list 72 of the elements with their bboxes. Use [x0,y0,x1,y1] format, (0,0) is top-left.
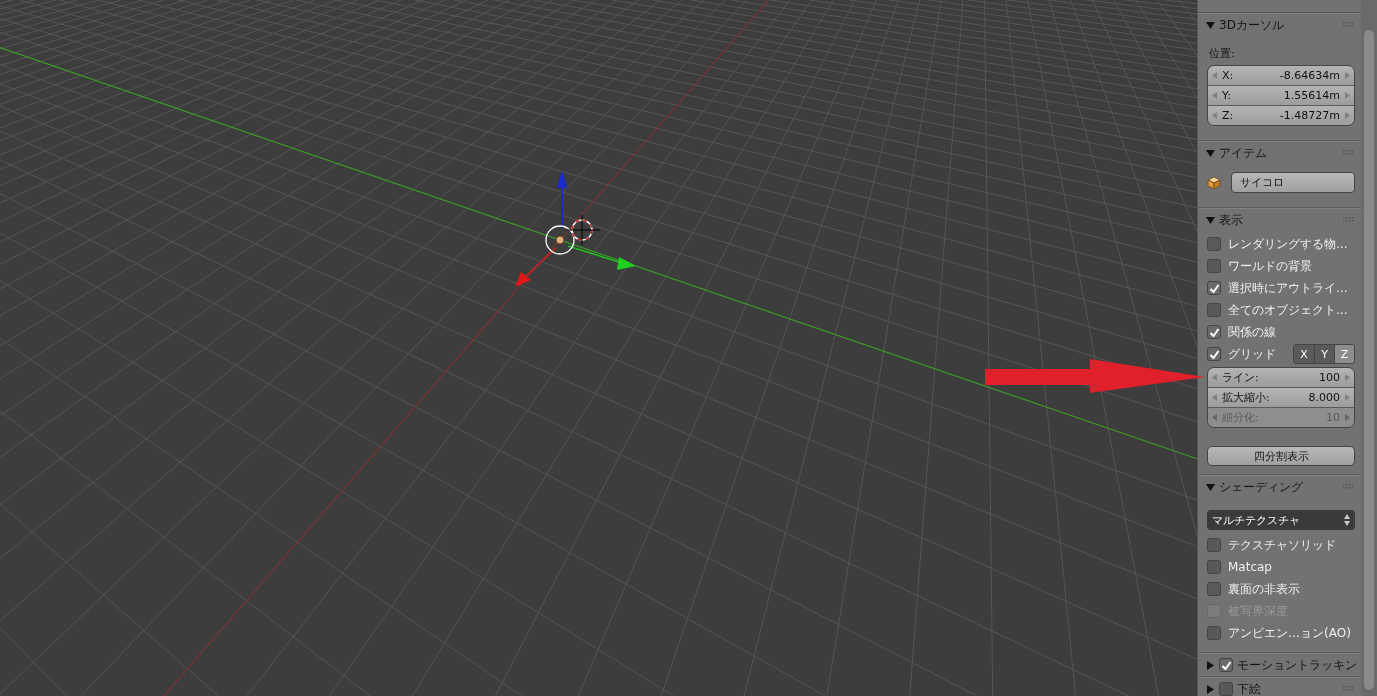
decrement-arrow-icon[interactable] [1212,374,1217,381]
number-field[interactable]: ライン: 100 [1208,368,1354,388]
number-field[interactable]: X: -8.64634m [1208,66,1354,86]
panel-header[interactable]: アイテム [1198,142,1361,164]
checkbox[interactable] [1219,658,1233,672]
checkbox-label: レンダリングする物... [1228,235,1348,253]
panel-header[interactable]: 表示 [1198,209,1361,231]
decrement-arrow-icon[interactable] [1212,72,1217,79]
field-label: 位置: [1209,46,1236,61]
collapse-triangle-icon[interactable] [1206,482,1215,492]
checkbox[interactable] [1207,560,1221,574]
transform-gizmo[interactable] [515,170,636,287]
grip-icon[interactable] [1343,149,1355,157]
axis-toggle[interactable]: Y [1314,345,1334,363]
grip-icon[interactable] [1343,483,1355,491]
checkbox-label: アンビエン…ョン(AO) [1228,624,1351,642]
checkbox-label: 選択時にアウトライ... [1228,279,1348,297]
collapse-triangle-icon[interactable] [1206,215,1215,225]
number-field[interactable]: 拡大縮小: 8.000 [1208,388,1354,408]
checkbox[interactable] [1207,582,1221,596]
increment-arrow-icon[interactable] [1345,112,1350,119]
checkbox-label: ワールドの背景 [1228,257,1312,275]
panel-title: アイテム [1219,144,1267,162]
checkbox[interactable] [1207,237,1221,251]
panel-title: モーショントラッキン [1237,656,1357,674]
panel-title: シェーディング [1219,478,1303,496]
checkbox-label: 全てのオブジェクト... [1228,301,1348,319]
panel-title: 下絵 [1237,680,1261,696]
number-field[interactable]: Z: -1.48727m [1208,106,1354,125]
increment-arrow-icon[interactable] [1345,374,1350,381]
up-down-arrows-icon [1344,514,1350,526]
checkbox-label: 関係の線 [1228,323,1276,341]
checkbox[interactable] [1207,281,1221,295]
panel-title: 3Dカーソル [1219,16,1284,34]
checkbox[interactable] [1207,325,1221,339]
checkbox[interactable] [1207,347,1221,361]
panel-header[interactable]: モーショントラッキン [1198,654,1361,676]
expand-triangle-icon[interactable] [1206,684,1215,694]
checkbox[interactable] [1207,538,1221,552]
object-name-field[interactable]: サイコロ [1231,172,1355,193]
checkbox[interactable] [1207,626,1221,640]
panel-header[interactable]: シェーディング [1198,476,1361,498]
cube-icon [1207,175,1221,190]
collapse-triangle-icon[interactable] [1206,20,1215,30]
expand-triangle-icon[interactable] [1206,660,1215,670]
number-field[interactable]: Y: 1.55614m [1208,86,1354,106]
checkbox-label: 裏面の非表示 [1228,580,1300,598]
shading-dropdown[interactable]: マルチテクスチャ [1207,510,1355,530]
increment-arrow-icon[interactable] [1345,72,1350,79]
checkbox[interactable] [1219,682,1233,696]
panel-header[interactable]: 下絵 [1198,678,1361,696]
quad-view-button[interactable]: 四分割表示 [1207,446,1355,466]
checkbox-label: Matcap [1228,560,1272,574]
checkbox[interactable] [1207,259,1221,273]
decrement-arrow-icon[interactable] [1212,112,1217,119]
checkbox[interactable] [1207,303,1221,317]
scrollbar[interactable] [1361,0,1377,696]
checkbox-label: テクスチャソリッド [1228,536,1336,554]
grip-icon[interactable] [1343,685,1355,693]
grip-icon[interactable] [1343,216,1355,224]
scrollbar-thumb[interactable] [1364,30,1374,690]
axis-toggle[interactable]: X [1294,345,1314,363]
increment-arrow-icon[interactable] [1345,92,1350,99]
panel-header[interactable]: 3Dカーソル [1198,14,1361,36]
increment-arrow-icon[interactable] [1345,394,1350,401]
checkbox-label: グリッド [1228,345,1276,363]
panel-title: 表示 [1219,211,1243,229]
3d-cursor-icon [566,214,601,246]
decrement-arrow-icon[interactable] [1212,92,1217,99]
collapse-triangle-icon[interactable] [1206,148,1215,158]
decrement-arrow-icon[interactable] [1212,394,1217,401]
grip-icon[interactable] [1343,21,1355,29]
